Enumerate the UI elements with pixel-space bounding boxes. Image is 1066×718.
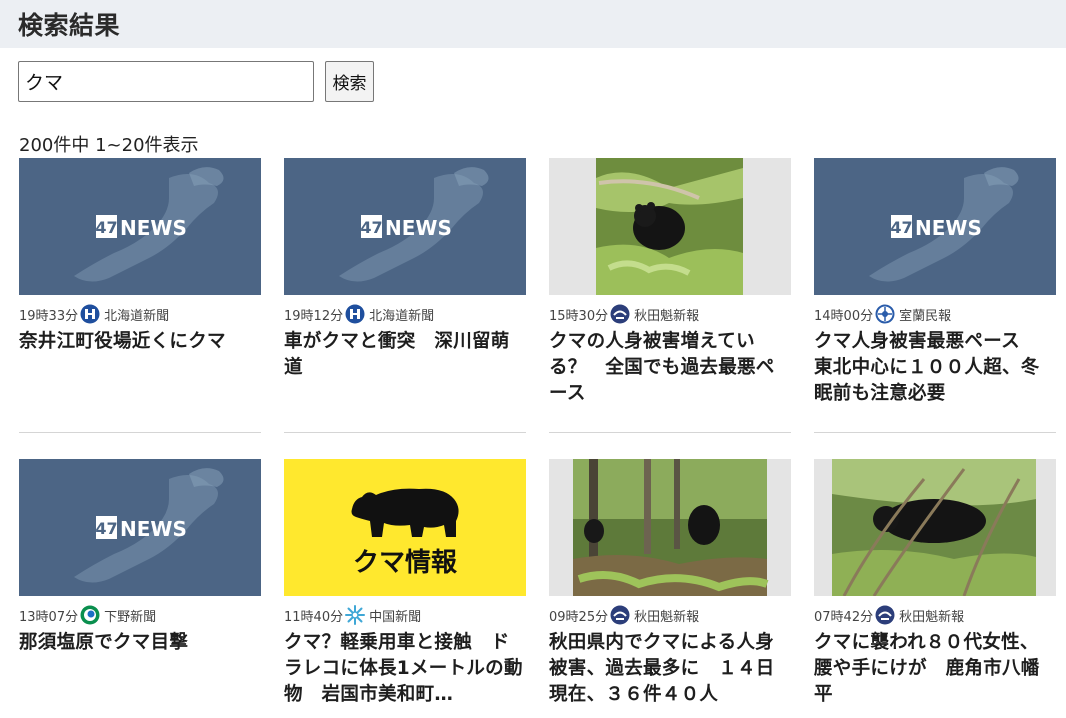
- result-card[interactable]: 47 NEWS 14時00分 室蘭民報クマ人身被害最悪ペース 東北中心に１００人超、冬…: [814, 158, 1056, 407]
- thumb-logo-word: NEWS: [120, 517, 187, 541]
- bear-info-label: クマ情報: [353, 548, 458, 578]
- result-meta: 09時25分 秋田魁新報: [549, 605, 791, 625]
- chugoku-shimbun-logo-icon: [345, 605, 366, 625]
- result-meta: 07時42分 秋田魁新報: [814, 605, 1056, 625]
- result-time: 11時40分: [284, 609, 344, 625]
- result-card[interactable]: 47 NEWS 13時07分 下野新聞那須塩原でクマ目撃: [19, 459, 261, 656]
- result-source: 秋田魁新報: [634, 308, 700, 324]
- card-divider: [549, 432, 791, 433]
- result-title-link[interactable]: クマ人身被害最悪ペース 東北中心に１００人超、冬眠前も注意必要: [814, 329, 1056, 407]
- result-time: 09時25分: [549, 609, 609, 625]
- card-divider: [19, 432, 261, 433]
- result-time: 19時12分: [284, 308, 344, 324]
- card-divider: [814, 432, 1056, 433]
- result-thumbnail[interactable]: クマ情報: [284, 459, 526, 596]
- result-source: 秋田魁新報: [899, 609, 965, 625]
- result-thumbnail[interactable]: 47 NEWS: [284, 158, 526, 295]
- result-title-link[interactable]: クマ？軽乗用車と接触 ドラレコに体長1メートルの動物 岩国市美和町…: [284, 630, 526, 708]
- result-source: 北海道新聞: [104, 308, 170, 324]
- muroran-minpo-logo-icon: [875, 304, 895, 324]
- thumb-logo-number: 47: [95, 519, 117, 538]
- search-input[interactable]: [18, 61, 314, 102]
- result-card[interactable]: 15時30分 秋田魁新報クマの人身被害増えている？ 全国でも過去最悪ペース: [549, 158, 791, 407]
- akita-sakigake-logo-icon: [875, 605, 895, 625]
- result-count: 200件中 1~20件表示: [19, 135, 199, 156]
- result-meta: 14時00分 室蘭民報: [814, 304, 1056, 324]
- result-meta: 19時33分 北海道新聞: [19, 304, 261, 324]
- result-time: 19時33分: [19, 308, 79, 324]
- thumb-logo-word: NEWS: [915, 216, 982, 240]
- result-time: 07時42分: [814, 609, 874, 625]
- page-title: 検索結果: [18, 11, 121, 40]
- result-time: 15時30分: [549, 308, 609, 324]
- akita-sakigake-logo-icon: [610, 605, 630, 625]
- result-source: 中国新聞: [369, 609, 422, 625]
- thumb-logo-word: NEWS: [385, 216, 452, 240]
- akita-sakigake-logo-icon: [610, 304, 630, 324]
- thumb-logo-word: NEWS: [120, 216, 187, 240]
- thumb-logo-number: 47: [360, 218, 382, 237]
- result-time: 14時00分: [814, 308, 874, 324]
- result-source: 北海道新聞: [369, 308, 435, 324]
- search-button[interactable]: 検索: [325, 61, 374, 102]
- result-source: 下野新聞: [104, 609, 157, 625]
- result-title-link[interactable]: 車がクマと衝突 深川留萌道: [284, 329, 526, 381]
- thumb-logo-number: 47: [890, 218, 912, 237]
- result-thumbnail[interactable]: [549, 459, 791, 596]
- result-source: 秋田魁新報: [634, 609, 700, 625]
- result-thumbnail[interactable]: [549, 158, 791, 295]
- result-thumbnail[interactable]: [814, 459, 1056, 596]
- shimotsuke-logo-icon: [80, 605, 100, 625]
- result-meta: 19時12分 北海道新聞: [284, 304, 526, 324]
- result-time: 13時07分: [19, 609, 79, 625]
- result-meta: 11時40分 中国新聞: [284, 605, 526, 625]
- page-header: 検索結果: [0, 0, 1066, 48]
- result-meta: 13時07分 下野新聞: [19, 605, 261, 625]
- result-card[interactable]: 09時25分 秋田魁新報秋田県内でクマによる人身被害、過去最多に １４日現在、３６…: [549, 459, 791, 708]
- result-title-link[interactable]: 奈井江町役場近くにクマ: [19, 329, 261, 355]
- result-title-link[interactable]: 秋田県内でクマによる人身被害、過去最多に １４日現在、３６件４０人: [549, 630, 791, 708]
- hokkaido-shimbun-logo-icon: [80, 304, 100, 324]
- result-card[interactable]: 07時42分 秋田魁新報クマに襲われ８０代女性、腰や手にけが 鹿角市八幡平: [814, 459, 1056, 708]
- search-bar: 検索: [18, 61, 374, 102]
- thumb-logo-number: 47: [95, 218, 117, 237]
- result-card[interactable]: 47 NEWS 19時12分 北海道新聞車がクマと衝突 深川留萌道: [284, 158, 526, 381]
- result-source: 室蘭民報: [899, 308, 952, 324]
- result-title-link[interactable]: 那須塩原でクマ目撃: [19, 630, 261, 656]
- result-card[interactable]: 47 NEWS 19時33分 北海道新聞奈井江町役場近くにクマ: [19, 158, 261, 355]
- result-thumbnail[interactable]: 47 NEWS: [19, 158, 261, 295]
- result-title-link[interactable]: クマに襲われ８０代女性、腰や手にけが 鹿角市八幡平: [814, 630, 1056, 708]
- result-thumbnail[interactable]: 47 NEWS: [814, 158, 1056, 295]
- hokkaido-shimbun-logo-icon: [345, 304, 365, 324]
- result-thumbnail[interactable]: 47 NEWS: [19, 459, 261, 596]
- result-title-link[interactable]: クマの人身被害増えている？ 全国でも過去最悪ペース: [549, 329, 791, 407]
- result-card[interactable]: クマ情報 11時40分 中国新聞クマ？軽乗用車と接触 ドラレコに体長1メートルの動物…: [284, 459, 526, 708]
- card-divider: [284, 432, 526, 433]
- result-meta: 15時30分 秋田魁新報: [549, 304, 791, 324]
